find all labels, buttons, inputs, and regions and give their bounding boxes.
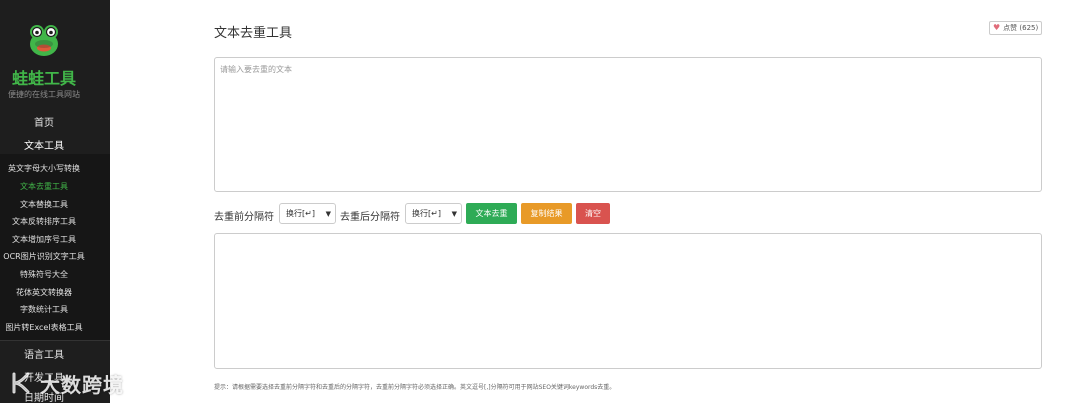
frog-logo-icon[interactable] bbox=[28, 22, 60, 58]
subnav-item-text-reverse[interactable]: 文本反转排序工具 bbox=[0, 216, 88, 227]
brand-tagline: 便捷的在线工具网站 bbox=[8, 90, 80, 99]
before-separator-label: 去重前分隔符 bbox=[214, 212, 274, 223]
subnav-item-text-dedupe[interactable]: 文本去重工具 bbox=[0, 181, 88, 192]
subnav-item-add-numbers[interactable]: 文本增加序号工具 bbox=[0, 234, 88, 245]
nav-category-language-tools[interactable]: 语言工具 bbox=[0, 346, 88, 361]
watermark: 大数跨境 bbox=[8, 368, 124, 398]
subnav-item-text-replace[interactable]: 文本替换工具 bbox=[0, 199, 88, 210]
chevron-down-icon: ▼ bbox=[325, 210, 331, 218]
after-separator-select[interactable]: 换行[↵] ▼ bbox=[405, 203, 462, 224]
subnav-item-word-count[interactable]: 字数统计工具 bbox=[0, 304, 88, 315]
nav-category-text-tools[interactable]: 文本工具 bbox=[0, 137, 88, 152]
after-separator-label: 去重后分隔符 bbox=[340, 212, 400, 223]
sidebar: 蛙蛙工具 便捷的在线工具网站 首页 文本工具 英文字母大小写转换 文本去重工具 … bbox=[0, 0, 110, 403]
before-separator-select[interactable]: 换行[↵] ▼ bbox=[279, 203, 336, 224]
nav-home[interactable]: 首页 bbox=[0, 114, 88, 129]
like-button[interactable]: ♥ 点赞 (625) bbox=[989, 21, 1042, 35]
watermark-text: 大数跨境 bbox=[40, 372, 124, 397]
sidebar-divider bbox=[0, 340, 110, 341]
copy-result-button[interactable]: 复制结果 bbox=[521, 203, 572, 224]
hint-text: 提示：请根据需要选择去重前分隔字符和去重后的分隔字符，去重前分隔字符必须选择正确… bbox=[214, 384, 616, 391]
chevron-down-icon: ▼ bbox=[451, 210, 457, 218]
subnav-item-ocr[interactable]: OCR图片识别文字工具 bbox=[0, 251, 88, 262]
subnav-text-tools: 英文字母大小写转换 文本去重工具 文本替换工具 文本反转排序工具 文本增加序号工… bbox=[0, 154, 110, 340]
clear-button[interactable]: 清空 bbox=[576, 203, 610, 224]
output-textarea[interactable] bbox=[214, 233, 1042, 369]
page-title: 文本去重工具 bbox=[214, 26, 293, 41]
input-textarea[interactable] bbox=[214, 57, 1042, 192]
page: 蛙蛙工具 便捷的在线工具网站 首页 文本工具 英文字母大小写转换 文本去重工具 … bbox=[0, 0, 1080, 403]
watermark-logo-icon bbox=[12, 372, 30, 394]
subnav-item-fancy-text[interactable]: 花体英文转换器 bbox=[0, 287, 88, 298]
after-separator-value: 换行[↵] bbox=[412, 209, 441, 218]
before-separator-value: 换行[↵] bbox=[286, 209, 315, 218]
subnav-item-image-to-excel[interactable]: 图片转Excel表格工具 bbox=[0, 322, 88, 333]
subnav-item-special-symbols[interactable]: 特殊符号大全 bbox=[0, 269, 88, 280]
dedupe-button[interactable]: 文本去重 bbox=[466, 203, 517, 224]
subnav-item-case-converter[interactable]: 英文字母大小写转换 bbox=[0, 163, 88, 174]
brand-name[interactable]: 蛙蛙工具 bbox=[0, 65, 88, 89]
heart-icon: ♥ bbox=[993, 23, 1001, 32]
like-label: 点赞 (625) bbox=[1003, 24, 1039, 32]
